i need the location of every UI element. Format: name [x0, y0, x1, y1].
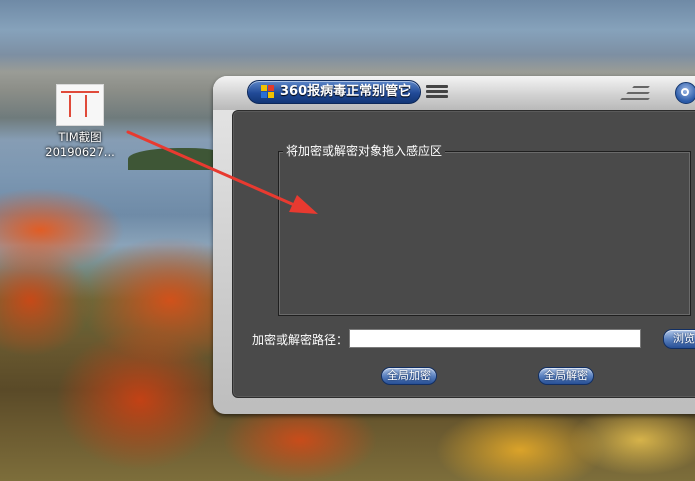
annotation-arrow: [126, 130, 318, 214]
